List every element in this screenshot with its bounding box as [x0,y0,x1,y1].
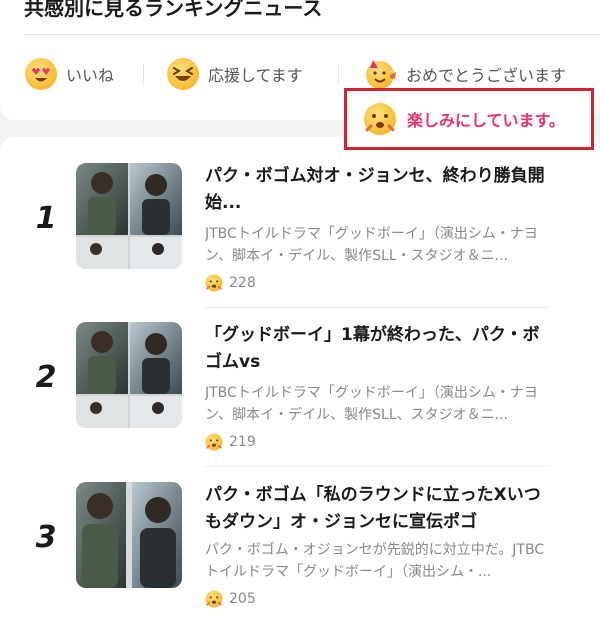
excited-emoji-icon [205,274,223,292]
news-thumbnail-image [76,163,182,269]
grinning-squint-emoji-icon [167,58,199,90]
tab-reaction-like[interactable]: いいね [24,56,114,92]
tab-separator [143,64,144,84]
item-divider [205,307,550,308]
reaction-count-value: 228 [229,275,256,291]
news-item: 1 パク・ボゴム対オ・ジョンセ、終わり勝負開始... JTBCトイルドラマ「グッ… [0,163,600,313]
reaction-count-value: 205 [229,591,256,607]
news-thumbnail[interactable] [76,482,182,588]
section-title: 共感別に見るランキングニュース [24,0,323,20]
news-summary: パク・ボゴム・オジョンセが先鋭的に対立中だ。JTBCトイルドラマ「グッドボーイ」… [205,542,545,580]
excited-emoji-icon [205,590,223,608]
news-thumbnail-image [76,322,182,428]
tab-label: 楽しみにしています。 [407,111,565,130]
news-thumbnail[interactable] [76,322,182,428]
reaction-count: 219 [205,433,256,451]
heart-eyes-emoji-icon [25,58,57,90]
news-summary: JTBCトイルドラマ「グッドボーイ」（演出シム・ナヨン、脚本イ・デイル、製作SL… [205,226,538,264]
tab-separator [338,64,339,84]
news-thumbnail[interactable] [76,163,182,269]
excited-emoji-icon [205,433,223,451]
news-title[interactable]: 「グッドボーイ」1幕が終わった、パク・ボゴムvs [205,322,550,376]
news-summary: JTBCトイルドラマ「グッドボーイ」（演出シム・ナヨン、脚本イ・デイル、製作SL… [205,385,538,423]
news-title[interactable]: パク・ボゴム「私のラウンドに立ったXいつもダウン」オ・ジョンセに宣伝ポゴ [205,482,550,536]
news-item: 2 「グッドボーイ」1幕が終わった、パク・ボゴムvs JTBCトイルドラマ「グッ… [0,322,600,472]
title-divider [24,34,600,35]
rank-number: 1 [35,201,57,236]
reaction-count: 205 [205,590,256,608]
reaction-count-value: 219 [229,434,256,450]
tab-reaction-congrats[interactable]: おめでとうございます [364,56,566,92]
excited-emoji-icon [364,103,396,135]
rank-number: 2 [35,360,57,395]
tab-reaction-looking-forward[interactable]: 楽しみにしています。 [344,88,594,150]
rank-number: 3 [35,520,57,555]
news-item: 3 パク・ボゴム「私のラウンドに立ったXいつもダウン」オ・ジョンセに宣伝ポゴ パ… [0,482,600,628]
ranking-news-list: 1 パク・ボゴム対オ・ジョンセ、終わり勝負開始... JTBCトイルドラマ「グッ… [0,137,600,628]
tab-label: おめでとうございます [406,66,567,85]
tab-label: いいね [66,66,115,85]
news-thumbnail-image [76,482,182,588]
party-emoji-icon [366,60,396,89]
item-divider [205,466,550,467]
tab-reaction-cheer[interactable]: 応援してます [166,56,303,92]
tab-label: 応援してます [208,66,303,85]
reaction-count: 228 [205,274,256,292]
news-title[interactable]: パク・ボゴム対オ・ジョンセ、終わり勝負開始... [205,163,550,217]
